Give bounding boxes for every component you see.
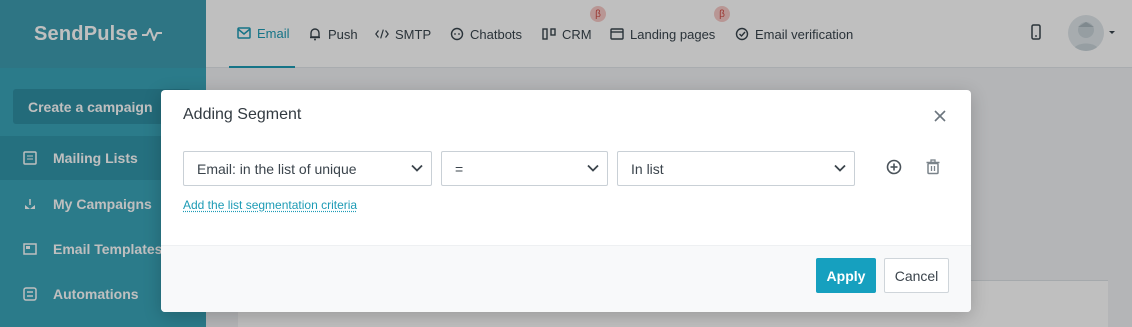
select-value: = [455, 160, 464, 177]
dialog-title: Adding Segment [183, 106, 302, 123]
adding-segment-dialog: Adding Segment Email: in the list of uni… [161, 90, 971, 312]
condition-value-select[interactable]: In list [617, 151, 855, 186]
condition-field-select[interactable]: Email: in the list of unique [183, 151, 432, 186]
select-value: Email: in the list of unique [197, 160, 357, 177]
add-condition-icon[interactable] [886, 159, 902, 175]
condition-operator-select[interactable]: = [441, 151, 608, 186]
trash-icon[interactable] [925, 159, 941, 175]
add-segmentation-criteria-link[interactable]: Add the list segmentation criteria [183, 198, 357, 212]
close-icon[interactable] [933, 109, 947, 123]
chevron-down-icon [587, 164, 599, 172]
apply-button[interactable]: Apply [816, 258, 876, 293]
chevron-down-icon [834, 164, 846, 172]
chevron-down-icon [411, 164, 423, 172]
select-value: In list [631, 160, 664, 177]
cancel-button[interactable]: Cancel [884, 258, 949, 293]
